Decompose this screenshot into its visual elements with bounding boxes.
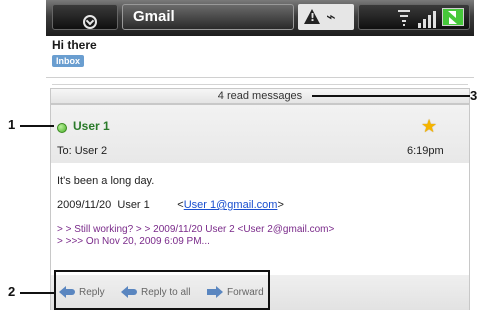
wifi-icon bbox=[398, 8, 412, 26]
phone-screen: Gmail ⌁ Hi there Inbox 4 rea bbox=[46, 0, 474, 310]
warning-icon bbox=[304, 9, 320, 24]
inbox-label[interactable]: Inbox bbox=[52, 55, 84, 67]
app-title[interactable]: Gmail bbox=[122, 4, 294, 30]
signal-icon bbox=[418, 10, 438, 28]
quote-name: User 1 bbox=[117, 199, 150, 211]
menu-button[interactable] bbox=[52, 4, 118, 30]
callout-number-1: 1 bbox=[8, 117, 16, 132]
star-icon[interactable]: ★ bbox=[421, 116, 437, 137]
callout-line-1 bbox=[20, 125, 54, 127]
recipients: To: User 2 bbox=[57, 145, 108, 157]
quote-header: 2009/11/20 User 1 <User 1@gmail.com> bbox=[57, 199, 284, 211]
battery-charging-icon bbox=[442, 8, 464, 26]
email-link[interactable]: User 1@gmail.com bbox=[184, 199, 278, 211]
quoted-line: > >>> On Nov 20, 2009 6:09 PM... bbox=[57, 236, 210, 247]
usb-icon: ⌁ bbox=[326, 7, 336, 26]
sender-name: User 1 bbox=[73, 119, 110, 133]
menu-chevron-icon bbox=[83, 15, 97, 29]
conversation-subject: Hi there bbox=[52, 38, 97, 52]
callout-number-2: 2 bbox=[8, 284, 16, 299]
message-header[interactable]: User 1 ★ To: User 2 6:19pm bbox=[51, 105, 469, 163]
conversation-header: Hi there Inbox bbox=[46, 36, 474, 76]
quote-close-bracket: > bbox=[277, 199, 284, 211]
quoted-line: > > Still working? > > 2009/11/20 User 2… bbox=[57, 224, 335, 235]
status-indicators bbox=[396, 6, 470, 30]
quoted-text[interactable]: > > Still working? > > 2009/11/20 User 2… bbox=[57, 224, 334, 248]
callout-number-3: 3 bbox=[470, 88, 478, 103]
online-status-icon bbox=[57, 123, 67, 133]
notification-area[interactable]: ⌁ bbox=[298, 4, 354, 30]
callout-line-3 bbox=[312, 95, 470, 97]
callout-line-2 bbox=[20, 292, 56, 294]
message-time: 6:19pm bbox=[407, 145, 444, 157]
callout-box-actions bbox=[54, 270, 270, 310]
message-body: It's been a long day. bbox=[57, 175, 155, 187]
status-bar: Gmail ⌁ bbox=[46, 0, 474, 36]
divider bbox=[46, 77, 474, 78]
quote-date: 2009/11/20 bbox=[57, 199, 112, 211]
